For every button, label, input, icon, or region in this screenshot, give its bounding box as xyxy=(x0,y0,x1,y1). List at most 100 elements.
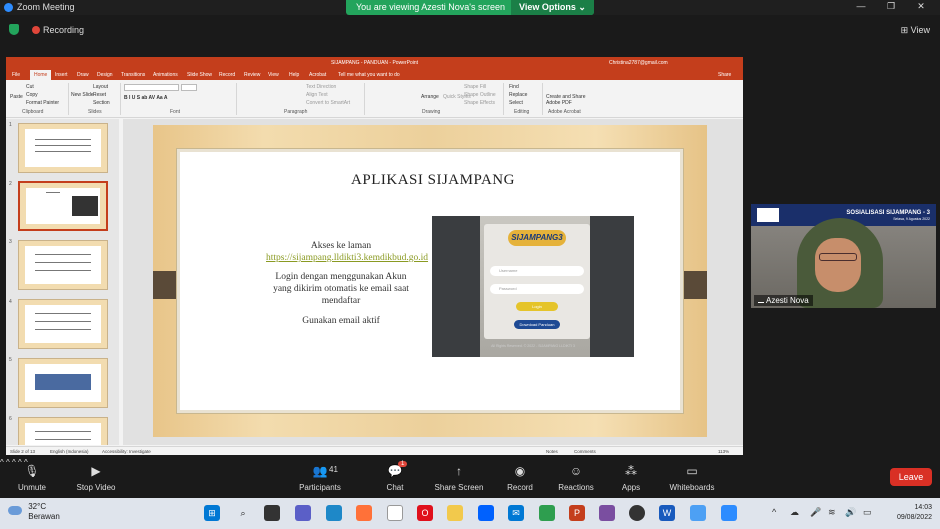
participant-video[interactable]: SOSIALISASI SIJAMPANG - 3 Selasa, 9 Agus… xyxy=(751,204,936,308)
windows-taskbar: 32°C Berawan ⊞ ⌕ O ✉ P W ^ ☁ 🎤 ≋ 🔊 ▭ 14:0… xyxy=(0,498,940,529)
chrome-icon[interactable] xyxy=(539,505,555,521)
whiteboards-button[interactable]: ▭ Whiteboards xyxy=(664,458,720,497)
reactions-button[interactable]: ☺ Reactions xyxy=(553,458,599,497)
security-shield-icon[interactable] xyxy=(9,24,19,35)
wifi-icon[interactable]: ≋ xyxy=(828,507,836,518)
slide-thumbnail-6[interactable] xyxy=(18,417,108,445)
smartart-button[interactable]: Convert to SmartArt xyxy=(306,100,350,106)
muted-mic-icon: 🎙 xyxy=(24,464,40,478)
weather-widget[interactable]: 32°C Berawan xyxy=(8,502,60,522)
slide-thumbnail-1[interactable] xyxy=(18,123,108,173)
close-button[interactable]: ✕ xyxy=(906,1,936,14)
task-view-icon[interactable] xyxy=(264,505,280,521)
audio-options-caret[interactable]: ^ xyxy=(0,458,4,467)
tab-record[interactable]: Record xyxy=(219,72,235,78)
powerpoint-icon[interactable]: P xyxy=(569,505,585,521)
format-painter-button[interactable]: Format Painter xyxy=(26,100,59,106)
comments-button[interactable]: Comments xyxy=(574,449,596,454)
arrange-button[interactable]: Arrange xyxy=(421,94,439,100)
zoom-level[interactable]: 113% xyxy=(718,449,729,454)
windows-start-icon[interactable]: ⊞ xyxy=(204,505,220,521)
paste-button[interactable]: Paste xyxy=(10,94,23,100)
tab-help[interactable]: Help xyxy=(289,72,299,78)
participants-button[interactable]: 👥 41 Participants xyxy=(294,458,346,497)
tab-insert[interactable]: Insert xyxy=(55,72,68,78)
select-button[interactable]: Select xyxy=(509,100,523,106)
tab-home[interactable]: Home xyxy=(30,70,52,80)
sijampang-link[interactable]: https://sijampang.lldikti3.kemdikbud.go.… xyxy=(266,253,428,263)
tab-design[interactable]: Design xyxy=(97,72,113,78)
cut-button[interactable]: Cut xyxy=(26,84,34,90)
recording-indicator[interactable]: Recording xyxy=(32,25,84,35)
dropbox-icon[interactable] xyxy=(478,505,494,521)
slide-thumbnail-2[interactable] xyxy=(18,181,108,231)
mail-icon[interactable]: ✉ xyxy=(508,505,524,521)
view-options-button[interactable]: View Options ⌄ xyxy=(511,0,594,15)
volume-icon[interactable]: 🔊 xyxy=(845,507,856,518)
tab-review[interactable]: Review xyxy=(244,72,260,78)
replace-button[interactable]: Replace xyxy=(509,92,527,98)
whiteboards-label: Whiteboards xyxy=(669,483,715,492)
slide-thumbnail-4[interactable] xyxy=(18,299,108,349)
reset-button[interactable]: Reset xyxy=(93,92,106,98)
file-explorer-icon[interactable] xyxy=(447,505,463,521)
slide-thumbnail-3[interactable] xyxy=(18,240,108,290)
slide-thumbnail-5[interactable] xyxy=(18,358,108,408)
zoom-taskbar-icon[interactable] xyxy=(721,505,737,521)
tab-draw[interactable]: Draw xyxy=(77,72,89,78)
shape-effects-button[interactable]: Shape Effects xyxy=(464,100,495,106)
tell-me-search[interactable]: Tell me what you want to do xyxy=(338,72,400,78)
find-button[interactable]: Find xyxy=(509,84,519,90)
group-paragraph: Paragraph xyxy=(284,109,308,115)
record-button[interactable]: ◉ Record xyxy=(501,458,539,497)
mic-tray-icon[interactable]: 🎤 xyxy=(810,507,821,518)
tab-slide-show[interactable]: Slide Show xyxy=(187,72,212,78)
maximize-button[interactable]: ❐ xyxy=(876,1,906,14)
teams-chat-icon[interactable] xyxy=(295,505,311,521)
opera-icon[interactable]: O xyxy=(417,505,433,521)
app-icon[interactable] xyxy=(690,505,706,521)
battery-icon[interactable]: ▭ xyxy=(863,507,872,518)
edge-icon[interactable] xyxy=(326,505,342,521)
taskbar-clock[interactable]: 14:03 09/08/2022 xyxy=(897,503,932,523)
unmute-button[interactable]: 🎙 Unmute xyxy=(8,458,56,497)
record-app-icon[interactable] xyxy=(629,505,645,521)
shape-outline-button[interactable]: Shape Outline xyxy=(464,92,496,98)
align-text-button[interactable]: Align Text xyxy=(306,92,328,98)
share-screen-button[interactable]: ↑ Share Screen xyxy=(432,458,486,497)
layout-button[interactable]: Layout xyxy=(93,84,108,90)
copy-button[interactable]: Copy xyxy=(26,92,38,98)
tab-file[interactable]: File xyxy=(12,72,20,78)
chat-button[interactable]: 💬 1 Chat xyxy=(376,458,414,497)
word-icon[interactable]: W xyxy=(659,505,675,521)
apps-button[interactable]: ⁂ Apps xyxy=(614,458,648,497)
file-icon[interactable] xyxy=(387,505,403,521)
language[interactable]: English (Indonesia) xyxy=(50,449,89,454)
firefox-icon[interactable] xyxy=(356,505,372,521)
tab-animations[interactable]: Animations xyxy=(153,72,178,78)
tab-transitions[interactable]: Transitions xyxy=(121,72,145,78)
view-button[interactable]: ⊞ View xyxy=(901,25,930,36)
shape-fill-button[interactable]: Shape Fill xyxy=(464,84,486,90)
text-direction-button[interactable]: Text Direction xyxy=(306,84,336,90)
minimize-button[interactable]: — xyxy=(846,1,876,14)
current-slide[interactable]: APLIKASI SIJAMPANG Akses ke laman https:… xyxy=(153,125,707,437)
new-slide-button[interactable]: New Slide xyxy=(71,92,94,98)
bold-icon[interactable]: B I U S ab AV Aa A xyxy=(124,95,168,101)
section-button[interactable]: Section xyxy=(93,100,110,106)
font-name-box[interactable] xyxy=(124,84,179,91)
tab-acrobat[interactable]: Acrobat xyxy=(309,72,326,78)
stop-video-button[interactable]: ▶ Stop Video xyxy=(72,458,120,497)
leave-button[interactable]: Leave xyxy=(890,468,932,486)
tab-view[interactable]: View xyxy=(268,72,279,78)
create-share-pdf-button[interactable]: Create and Share Adobe PDF xyxy=(546,94,586,106)
notes-button[interactable]: Notes xyxy=(546,449,558,454)
search-icon[interactable]: ⌕ xyxy=(235,505,251,521)
accessibility-status[interactable]: Accessibility: Investigate xyxy=(102,449,151,454)
cloud-tray-icon[interactable]: ☁ xyxy=(790,507,799,518)
app-icon[interactable] xyxy=(599,505,615,521)
font-size-box[interactable] xyxy=(181,84,197,91)
share-button[interactable]: Share xyxy=(718,72,731,78)
tray-chevron-icon[interactable]: ^ xyxy=(772,507,776,517)
ppt-ribbon-tabs: File Home Insert Draw Design Transitions… xyxy=(6,69,743,80)
